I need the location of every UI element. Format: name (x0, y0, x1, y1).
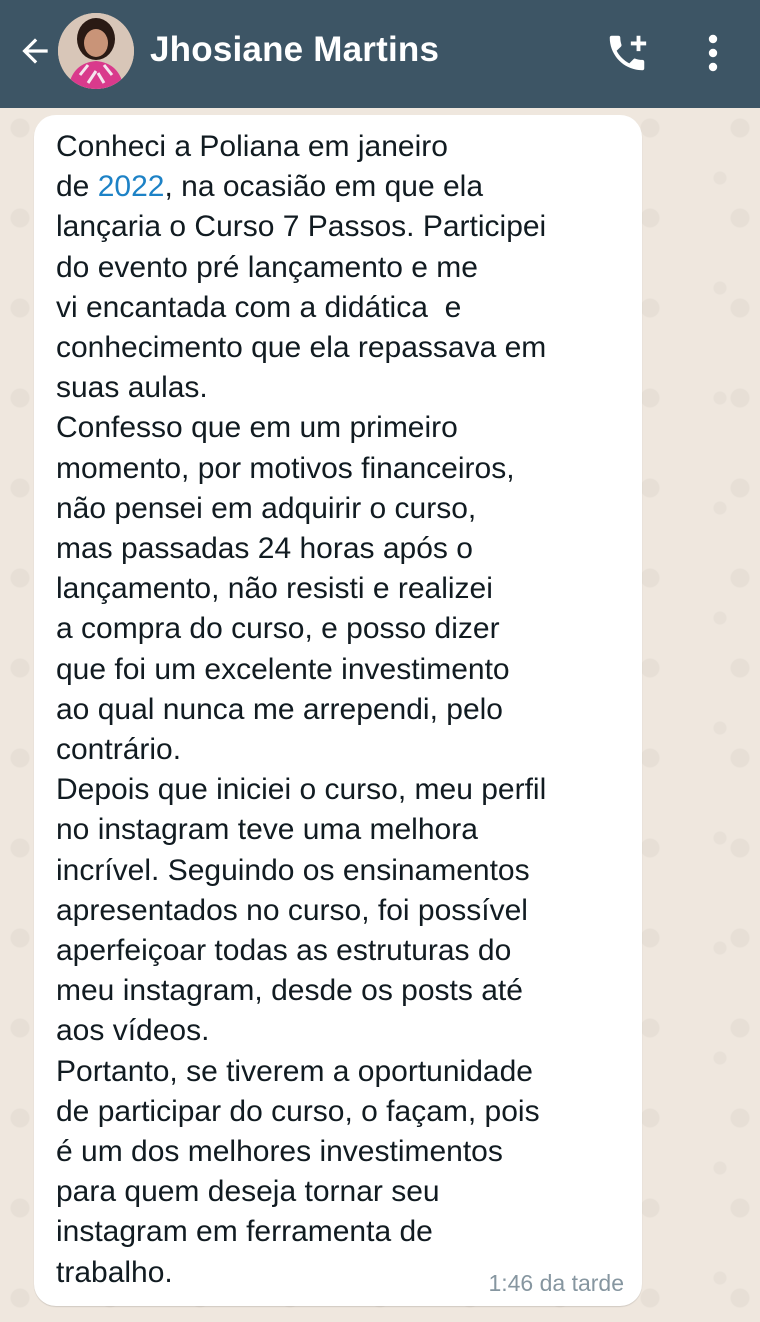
add-call-button[interactable] (598, 24, 656, 82)
message-line: incrível. Seguindo os ensinamentos (56, 853, 530, 887)
more-vert-icon (708, 34, 718, 72)
message-line: conhecimento que ela repassava em (56, 331, 547, 365)
message-line: de participar do curso, o façam, pois (56, 1094, 540, 1128)
message-bubble[interactable]: Conheci a Poliana em janeiro de 2022, na… (34, 115, 642, 1306)
message-line: momento, por motivos financeiros, (56, 451, 515, 485)
message-line: não pensei em adquirir o curso, (56, 491, 477, 525)
add-call-icon (609, 35, 647, 71)
back-arrow-icon (22, 38, 48, 64)
message-line: lançamento, não resisti e realizei (56, 572, 493, 606)
message-line: contrário. (56, 733, 182, 767)
message-line: instagram em ferramenta de (56, 1215, 433, 1249)
contact-name[interactable]: Jhosiane Martins (150, 28, 439, 72)
back-button[interactable] (12, 28, 58, 74)
message-line: lançaria o Curso 7 Passos. Participei (56, 210, 547, 244)
message-line: Depois que iniciei o curso, meu perfil (56, 773, 547, 807)
more-options-button[interactable] (690, 24, 736, 82)
message-line: mas passadas 24 horas após o (56, 532, 473, 566)
message-line: meu instagram, desde os posts até (56, 974, 523, 1008)
message-line: aperfeiçoar todas as estruturas do (56, 934, 512, 968)
message-line: do evento pré lançamento e me (56, 250, 478, 284)
message-line: suas aulas. (56, 371, 208, 405)
line2-suffix: , na ocasião em que ela (164, 170, 484, 204)
date-link[interactable]: 2022 (98, 170, 165, 203)
message-line: vi encantada com a didática e (56, 290, 462, 324)
message-line: aos vídeos. (56, 1014, 210, 1048)
message-line: trabalho. (56, 1255, 173, 1289)
message-line: apresentados no curso, foi possível (56, 893, 528, 927)
avatar-photo (58, 13, 134, 89)
message-line-2: de 2022, na ocasião em que ela (56, 170, 483, 203)
message-line: é um dos melhores investimentos (56, 1135, 503, 1169)
message-line: Portanto, se tiverem a oportunidade (56, 1054, 533, 1088)
message-line: ao qual nunca me arrependi, pelo (56, 692, 503, 726)
chat-header: Jhosiane Martins (0, 0, 760, 108)
message-line: que foi um excelente investimento (56, 652, 510, 686)
message-timestamp: 1:46 da tarde (488, 1270, 624, 1296)
message-line: no instagram teve uma melhora (56, 813, 478, 847)
message-line: a compra do curso, e posso dizer (56, 612, 500, 646)
avatar[interactable] (58, 13, 134, 89)
message-line: Confesso que em um primeiro (56, 411, 458, 445)
line2-prefix: de (56, 170, 98, 204)
message-line: para quem deseja tornar seu (56, 1175, 440, 1209)
message-line: Conheci a Poliana em janeiro (56, 130, 448, 163)
message-text: Conheci a Poliana em janeiro de 2022, na… (56, 127, 630, 1293)
